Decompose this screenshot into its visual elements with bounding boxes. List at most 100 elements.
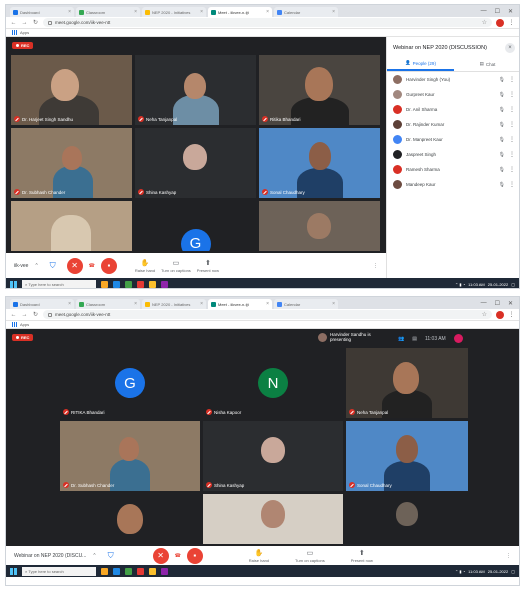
app-icon[interactable] — [161, 567, 168, 575]
camera-off-button[interactable]: ▪ — [100, 257, 117, 274]
participant-tile[interactable]: Sonal Chaudhary — [346, 421, 468, 491]
close-icon[interactable]: × — [68, 301, 71, 307]
close-window-button[interactable]: ✕ — [508, 8, 513, 15]
shield-icon[interactable]: ⛉ — [45, 258, 61, 274]
more-options-icon[interactable]: ⋮ — [373, 263, 378, 269]
minimize-button[interactable]: — — [481, 300, 487, 307]
browser-tab[interactable]: Classroom × — [76, 7, 140, 17]
browser-tab[interactable]: NEP 2020 - Initiatives × — [142, 299, 206, 309]
participant-tile[interactable] — [203, 494, 343, 544]
camera-off-button[interactable]: ▪ — [186, 547, 203, 564]
tab-chat[interactable]: ▤ Chat — [454, 57, 519, 71]
participant-tile[interactable]: G RITIKA Bhandari — [60, 348, 200, 418]
participant-tile[interactable]: Ritika Bhandari — [259, 55, 380, 125]
more-icon[interactable]: ⋮ — [509, 91, 515, 98]
star-icon[interactable]: ☆ — [482, 311, 487, 318]
participant-tile[interactable]: Shina Kashyap — [135, 128, 256, 198]
more-icon[interactable]: ⋮ — [509, 136, 515, 143]
participant-row[interactable]: Gurpreet Kaur 🎙 ⋮ — [387, 87, 519, 102]
participant-row[interactable]: Dr. Manpreet Kaur 🎙 ⋮ — [387, 132, 519, 147]
meeting-code[interactable]: iik-vee — [14, 263, 28, 269]
chat-icon[interactable]: ▤ — [412, 336, 417, 342]
app-icon[interactable] — [137, 567, 144, 575]
avatar[interactable] — [453, 334, 463, 343]
star-icon[interactable]: ☆ — [482, 19, 487, 26]
back-icon[interactable]: ← — [10, 312, 17, 318]
windows-start-icon[interactable] — [10, 567, 17, 575]
file-explorer-icon[interactable] — [101, 280, 108, 288]
end-call-icon[interactable]: ☎ — [89, 263, 95, 269]
participant-tile[interactable]: G — [135, 201, 256, 251]
browser-tab-active[interactable]: Meet - iikvee-n-tjt × — [208, 299, 272, 309]
more-options-icon[interactable]: ⋮ — [506, 553, 511, 559]
maximize-button[interactable]: ☐ — [495, 300, 500, 307]
notification-icon[interactable]: ▢ — [511, 569, 515, 574]
back-icon[interactable]: ← — [10, 20, 17, 26]
participant-tile[interactable]: Dr. Harjeet Singh Sandhu — [11, 55, 132, 125]
captions-button[interactable]: ▭ Turn on captions — [295, 549, 325, 563]
close-icon[interactable]: × — [68, 9, 71, 15]
tray-icons[interactable]: ⌃ ▮ ◔ — [455, 282, 465, 287]
close-icon[interactable]: × — [200, 301, 203, 307]
tab-people[interactable]: 👤 People (29) — [387, 57, 454, 71]
participant-tile[interactable]: Neha Tanjanpal — [346, 348, 468, 418]
meeting-title[interactable]: Webinar on NEP 2020 (DISCU... — [14, 553, 86, 559]
participant-tile[interactable]: Shina Kashyap — [203, 421, 343, 491]
participant-tile[interactable] — [60, 494, 200, 544]
minimize-button[interactable]: — — [481, 8, 487, 15]
shield-icon[interactable]: ⛉ — [103, 548, 119, 564]
close-icon[interactable]: × — [134, 301, 137, 307]
end-call-icon[interactable]: ☎ — [175, 553, 181, 559]
more-icon[interactable]: ⋮ — [509, 121, 515, 128]
address-bar[interactable]: meet.google.com/iik-vee-ntt ☆ — [43, 310, 492, 319]
people-icon[interactable]: 👥 — [398, 336, 404, 342]
close-icon[interactable]: × — [332, 301, 335, 307]
close-icon[interactable]: × — [332, 9, 335, 15]
more-icon[interactable]: ⋮ — [509, 166, 515, 173]
reload-icon[interactable]: ↻ — [32, 19, 39, 26]
participant-tile[interactable] — [346, 494, 468, 544]
menu-kebab-icon[interactable]: ⋮ — [508, 19, 515, 26]
menu-kebab-icon[interactable]: ⋮ — [508, 311, 515, 318]
browser-tab[interactable]: Dashboard × — [10, 299, 74, 309]
raise-hand-button[interactable]: ✋ Raise hand — [135, 259, 155, 273]
profile-avatar[interactable] — [496, 18, 504, 27]
bookmark-apps[interactable]: Apps — [20, 30, 29, 35]
maximize-button[interactable]: ☐ — [495, 8, 500, 15]
more-icon[interactable]: ⋮ — [509, 181, 515, 188]
close-icon[interactable]: × — [266, 301, 269, 307]
more-icon[interactable]: ⋮ — [509, 106, 515, 113]
chrome-icon[interactable] — [149, 280, 156, 288]
app-icon[interactable] — [137, 280, 144, 288]
notification-icon[interactable]: ▢ — [511, 282, 515, 287]
participant-tile[interactable]: N Nisha Kapoor — [203, 348, 343, 418]
captions-button[interactable]: ▭ Turn on captions — [161, 259, 191, 273]
participant-tile[interactable]: Dr. Subhash Chander — [11, 128, 132, 198]
mic-off-button[interactable]: ✕ — [66, 257, 83, 274]
store-icon[interactable] — [125, 280, 132, 288]
close-window-button[interactable]: ✕ — [508, 300, 513, 307]
store-icon[interactable] — [125, 567, 132, 575]
participant-row[interactable]: Jaspreet Singh 🎙 ⋮ — [387, 147, 519, 162]
taskbar-search[interactable]: ⌕ Type here to search — [22, 566, 96, 576]
participant-row[interactable]: Dr. Rajinder Kumar 🎙 ⋮ — [387, 117, 519, 132]
edge-icon[interactable] — [113, 280, 120, 288]
present-button[interactable]: ⬆ Present now — [351, 549, 373, 563]
chevron-up-icon[interactable]: ⌃ — [92, 553, 96, 559]
participant-tile[interactable]: Sonal Chaudhary — [259, 128, 380, 198]
participant-tile[interactable] — [259, 201, 380, 251]
tray-icons[interactable]: ⌃ ▮ ◔ — [455, 569, 465, 574]
windows-start-icon[interactable] — [10, 280, 17, 288]
raise-hand-button[interactable]: ✋ Raise hand — [249, 549, 269, 563]
participant-row[interactable]: Harvinder Singh (You) 🎙 ⋮ — [387, 72, 519, 87]
close-panel-button[interactable]: × — [505, 43, 515, 53]
edge-icon[interactable] — [113, 567, 120, 575]
browser-tab[interactable]: Dashboard × — [10, 7, 74, 17]
taskbar-search[interactable]: ⌕ Type here to search — [22, 279, 96, 288]
app-icon[interactable] — [161, 280, 168, 288]
more-icon[interactable]: ⋮ — [509, 76, 515, 83]
browser-tab[interactable]: Calendar × — [274, 7, 338, 17]
apps-icon[interactable] — [12, 30, 17, 35]
profile-avatar[interactable] — [496, 310, 504, 319]
file-explorer-icon[interactable] — [101, 567, 108, 575]
